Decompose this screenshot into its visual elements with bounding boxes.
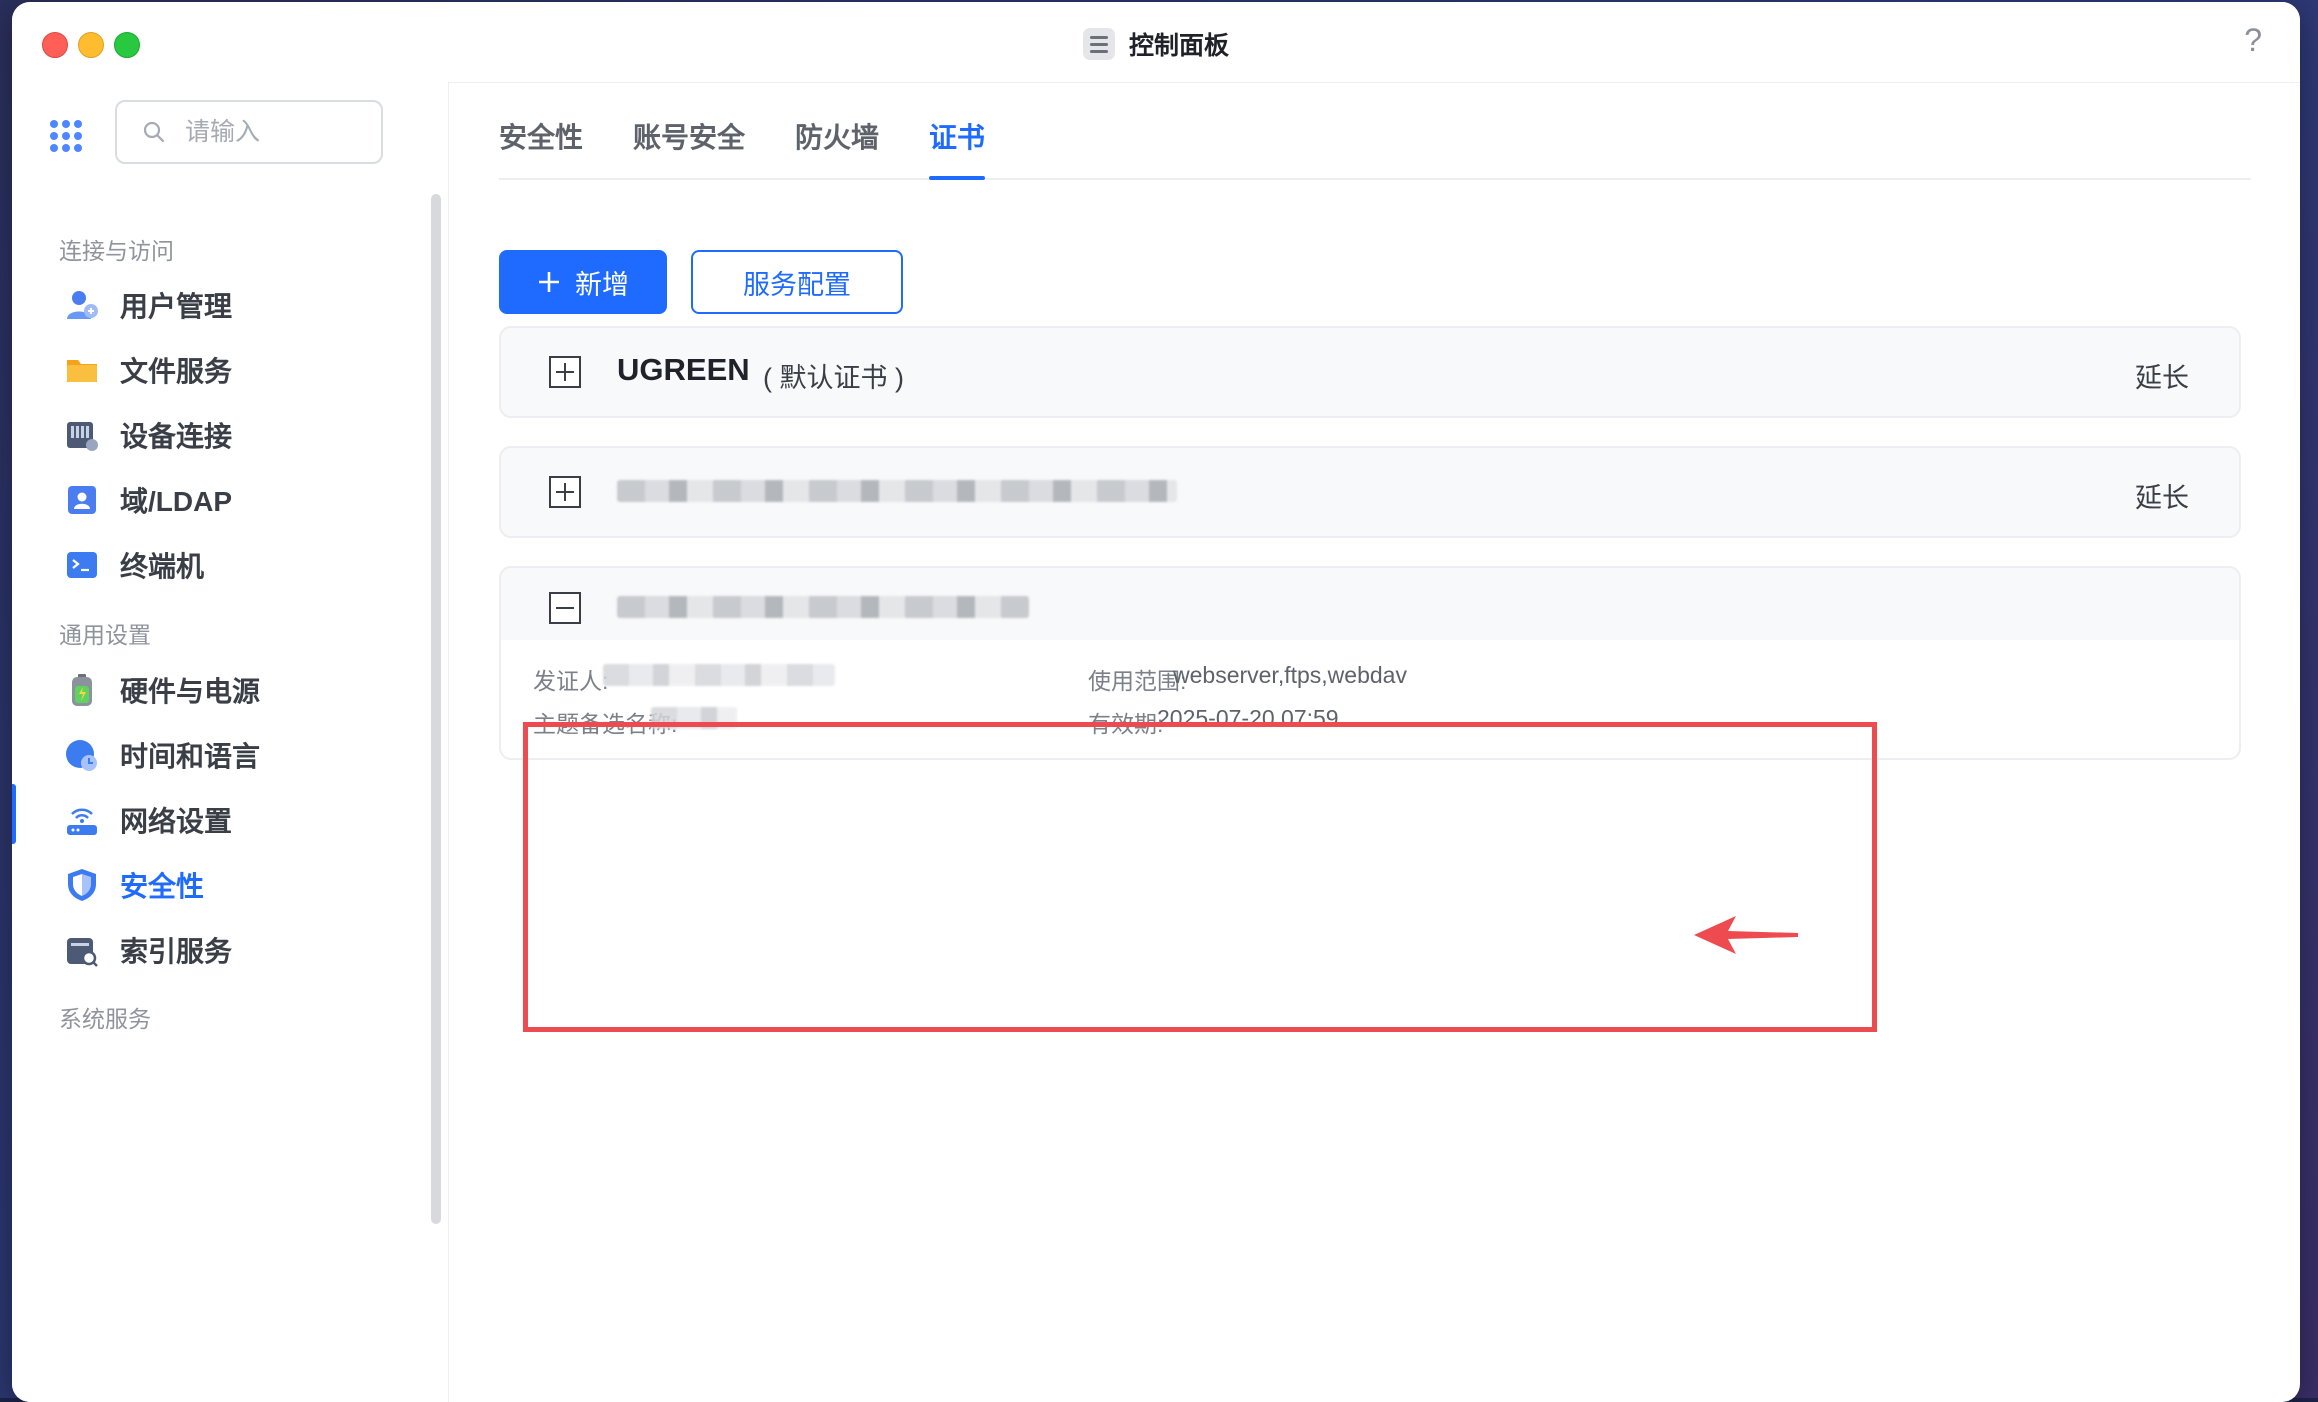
issuer-label: 发证人: (533, 668, 609, 694)
sidebar-item-index-service[interactable]: 索引服务 (12, 910, 432, 990)
sidebar-item-label: 用户管理 (120, 291, 233, 322)
help-icon[interactable]: ? (2244, 22, 2262, 59)
certificate-name: UGREEN (617, 352, 750, 387)
plus-icon (539, 272, 559, 292)
sidebar-item-label: 时间和语言 (120, 741, 261, 772)
section-label-connection: 连接与访问 (59, 238, 174, 264)
sidebar-item-label: 安全性 (120, 871, 205, 902)
battery-icon (72, 674, 92, 706)
device-connection-icon (67, 422, 98, 451)
window-title-group: 控制面板 (12, 26, 2300, 62)
expand-icon[interactable] (549, 356, 581, 388)
active-indicator (12, 784, 16, 844)
certificate-card-expanded: 发证人: 主题备选名称: 使用范围: webserver,ftps,webdav… (499, 566, 2241, 760)
shield-icon (68, 869, 96, 901)
certificate-card-ugreen: UGREEN ( 默认证书 ) 延长 (499, 326, 2241, 418)
validity-value: 2025-07-20 07:59 (1157, 705, 1339, 731)
search-input[interactable] (183, 116, 357, 148)
window-title: 控制面板 (1128, 32, 1229, 60)
scope-value: webserver,ftps,webdav (1173, 662, 1407, 688)
scope-label: 使用范围: (1088, 668, 1187, 694)
redacted-certificate-name (617, 596, 1029, 618)
sidebar-item-label: 索引服务 (120, 936, 233, 967)
clock-globe-icon (66, 740, 97, 771)
certificate-tag: ( 默认证书 ) (763, 363, 904, 393)
service-config-button[interactable]: 服务配置 (691, 250, 903, 314)
add-certificate-button[interactable]: 新增 (499, 250, 667, 314)
search-box[interactable] (115, 100, 383, 164)
sidebar-item-label: 硬件与电源 (120, 676, 261, 707)
ldap-icon (68, 486, 96, 514)
sidebar-item-label: 终端机 (120, 551, 205, 582)
app-grid-icon[interactable] (50, 120, 82, 152)
title-bar: 控制面板 ? (12, 2, 2300, 83)
certificate-details: 发证人: 主题备选名称: 使用范围: webserver,ftps,webdav… (501, 640, 2239, 758)
index-search-icon (67, 938, 98, 967)
collapse-icon[interactable] (549, 592, 581, 624)
section-label-general: 通用设置 (59, 622, 151, 648)
terminal-icon (67, 552, 97, 578)
sidebar-item-label: 文件服务 (120, 356, 233, 387)
certificate-card-redacted: 延长 (499, 446, 2241, 538)
redacted-san (651, 707, 737, 729)
sidebar-item-label: 设备连接 (120, 421, 233, 452)
tab-account-security[interactable]: 账号安全 (633, 116, 745, 178)
tab-security[interactable]: 安全性 (499, 116, 583, 178)
main-content: 安全性 账号安全 防火墙 证书 新增 服务配置 UGREEN ( 默认证书 ) … (449, 82, 2300, 1402)
search-icon (143, 121, 165, 143)
sidebar-scrollbar[interactable] (431, 194, 441, 1224)
control-panel-window: 控制面板 ? 连接与访问 用户管理 (12, 2, 2300, 1402)
sidebar-item-label: 网络设置 (120, 806, 233, 837)
annotation-arrow-icon (1694, 916, 1798, 954)
validity-label: 有效期: (1088, 711, 1164, 737)
redacted-certificate-name (617, 480, 1177, 502)
tab-certificate[interactable]: 证书 (929, 116, 986, 180)
extend-link[interactable]: 延长 (2135, 476, 2189, 515)
sidebar: 连接与访问 用户管理 文件服务 设备连接 (12, 82, 449, 1402)
sidebar-item-label: 域/LDAP (120, 486, 233, 517)
section-label-system: 系统服务 (59, 1006, 151, 1032)
extend-link[interactable]: 延长 (2135, 356, 2189, 395)
expand-icon[interactable] (549, 476, 581, 508)
user-management-icon (67, 291, 98, 319)
folder-icon (67, 360, 97, 382)
sidebar-item-terminal[interactable]: 终端机 (12, 525, 432, 605)
control-panel-icon (1082, 28, 1115, 60)
redacted-issuer (603, 664, 835, 686)
router-icon (67, 808, 97, 835)
tab-firewall[interactable]: 防火墙 (795, 116, 879, 178)
add-button-label: 新增 (575, 269, 629, 300)
tab-bar: 安全性 账号安全 防火墙 证书 (499, 82, 2251, 180)
